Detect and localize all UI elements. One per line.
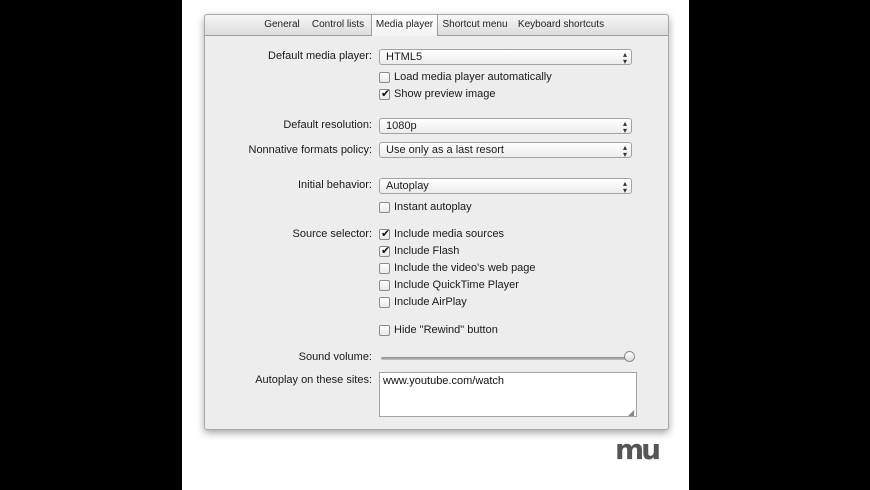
tab-media-player[interactable]: Media player (371, 15, 438, 36)
sound-volume-slider-knob[interactable] (623, 351, 635, 362)
preferences-panel: General Control lists Media player Short… (204, 14, 669, 430)
macupdate-logo: mu (615, 433, 661, 466)
autoplay-sites-textarea[interactable] (379, 372, 637, 417)
default-resolution-value: 1080p (386, 120, 417, 132)
up-down-arrows-icon: ▴ ▾ (622, 143, 627, 159)
checkbox-box (379, 87, 390, 100)
checkbox-box (379, 324, 390, 336)
tab-bar: General Control lists Media player Short… (205, 15, 668, 36)
checkbox-box (379, 71, 390, 83)
checkbox-label: Load media player automatically (394, 71, 552, 83)
default-media-player-label: Default media player: (268, 50, 372, 62)
default-resolution-select[interactable]: 1080p ▴ ▾ (379, 118, 632, 135)
sound-volume-label: Sound volume: (298, 351, 372, 363)
checkbox-box (379, 262, 390, 274)
include-web-page-checkbox[interactable]: Include the video's web page (379, 261, 536, 275)
checkbox-box (379, 296, 390, 308)
checkbox-box (379, 279, 390, 291)
instant-autoplay-checkbox[interactable]: Instant autoplay (379, 200, 472, 214)
checkbox-label: Hide "Rewind" button (394, 324, 498, 336)
checkbox-label: Include Flash (394, 245, 460, 257)
resize-grip-icon[interactable]: ◢ (628, 408, 634, 417)
include-flash-checkbox[interactable]: Include Flash (379, 244, 459, 258)
source-selector-label: Source selector: (292, 228, 372, 240)
checkbox-label: Include media sources (394, 228, 505, 240)
sound-volume-slider-track[interactable] (381, 357, 629, 360)
initial-behavior-label: Initial behavior: (298, 179, 372, 191)
initial-behavior-value: Autoplay (386, 180, 429, 192)
default-media-player-value: HTML5 (386, 51, 423, 63)
show-preview-image-checkbox[interactable]: Show preview image (379, 87, 496, 101)
tab-control-lists[interactable]: Control lists (306, 15, 370, 35)
hide-rewind-checkbox[interactable]: Hide "Rewind" button (379, 323, 498, 337)
up-down-arrows-icon: ▴ ▾ (622, 119, 627, 135)
checkbox-label: Include the video's web page (394, 262, 536, 274)
checkbox-label: Instant autoplay (394, 201, 472, 213)
default-media-player-select[interactable]: HTML5 ▴ ▾ (379, 49, 632, 66)
include-media-sources-checkbox[interactable]: Include media sources (379, 227, 504, 241)
autoplay-sites-label: Autoplay on these sites: (255, 374, 372, 386)
checkbox-box (379, 227, 390, 240)
nonnative-formats-value: Use only as a last resort (386, 144, 504, 156)
load-automatically-checkbox[interactable]: Load media player automatically (379, 70, 552, 84)
checkbox-box (379, 201, 390, 213)
checkbox-label: Show preview image (394, 88, 496, 100)
tab-general[interactable]: General (260, 15, 304, 35)
nonnative-formats-select[interactable]: Use only as a last resort ▴ ▾ (379, 142, 632, 159)
default-resolution-label: Default resolution: (283, 119, 372, 131)
checkbox-box (379, 244, 390, 257)
up-down-arrows-icon: ▴ ▾ (622, 50, 627, 66)
initial-behavior-select[interactable]: Autoplay ▴ ▾ (379, 178, 632, 195)
include-quicktime-checkbox[interactable]: Include QuickTime Player (379, 278, 519, 292)
checkbox-label: Include AirPlay (394, 296, 467, 308)
up-down-arrows-icon: ▴ ▾ (622, 179, 627, 195)
checkbox-label: Include QuickTime Player (394, 279, 519, 291)
nonnative-formats-label: Nonnative formats policy: (248, 144, 373, 156)
tab-shortcut-menu[interactable]: Shortcut menu (438, 15, 512, 35)
tab-keyboard-shortcuts[interactable]: Keyboard shortcuts (515, 15, 607, 35)
include-airplay-checkbox[interactable]: Include AirPlay (379, 295, 467, 309)
